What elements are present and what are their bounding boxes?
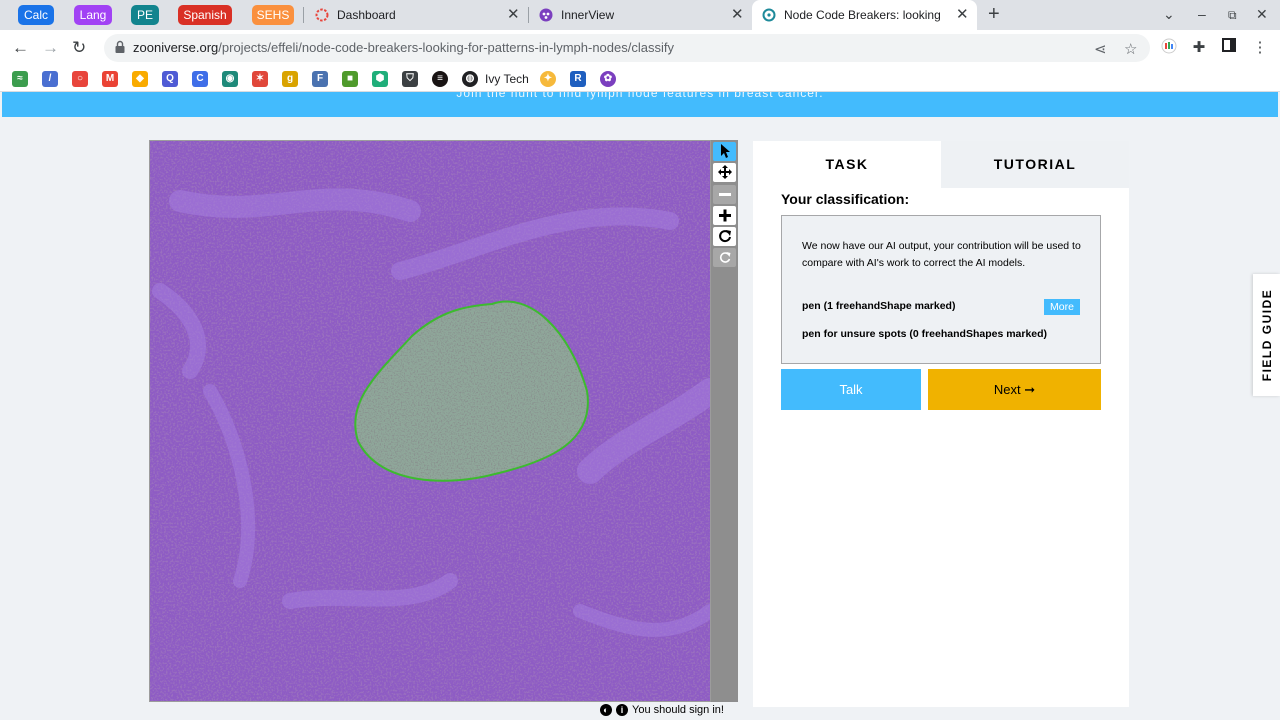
viewer-toolbar — [711, 140, 738, 702]
star-icon[interactable]: ✶ — [252, 71, 268, 87]
field-guide-tab[interactable]: FIELD GUIDE — [1253, 274, 1280, 396]
pan-tool[interactable] — [713, 163, 736, 182]
zoom-in-tool[interactable] — [713, 206, 736, 225]
rotate-icon — [718, 230, 731, 243]
g-icon[interactable]: g — [282, 71, 298, 87]
tab-title: InnerView — [561, 8, 615, 22]
tool-pen-unsure[interactable]: pen for unsure spots (0 freehandShapes m… — [802, 328, 1047, 340]
subject-image[interactable] — [149, 140, 711, 702]
f-icon[interactable]: F — [312, 71, 328, 87]
r-icon[interactable]: R — [570, 71, 586, 87]
stats-icon[interactable]: / — [42, 71, 58, 87]
banner-text: Join the hunt to find lymph node feature… — [456, 92, 824, 100]
gmail-icon[interactable]: M — [102, 71, 118, 87]
tool-pen[interactable]: pen (1 freehandShape marked) — [802, 300, 955, 312]
url-text: zooniverse.org/projects/effeli/node-code… — [133, 40, 674, 55]
move-icon — [717, 165, 732, 179]
close-icon[interactable]: ✕ — [956, 6, 969, 24]
bookmarks-bar: ≈ / ○ M ◆ Q C ◉ ✶ g F ■ ⬢ ⛉ ≡ ◍ Ivy Tech… — [0, 66, 1280, 92]
task-description: We now have our AI output, your contribu… — [802, 240, 1081, 269]
hex-icon[interactable]: ⬢ — [372, 71, 388, 87]
lock-icon — [115, 40, 125, 53]
side-panel-icon[interactable] — [1219, 38, 1239, 58]
next-button[interactable]: Next ➞ — [928, 369, 1101, 410]
zooniverse-favicon — [762, 8, 776, 22]
address-bar[interactable]: zooniverse.org/projects/effeli/node-code… — [104, 34, 1150, 62]
q-icon[interactable]: Q — [162, 71, 178, 87]
tab-task[interactable]: TASK — [753, 141, 941, 188]
sign-in-notice: You should sign in! — [632, 704, 724, 716]
tab-node-code-breakers[interactable]: Node Code Breakers: looking for ✕ — [752, 0, 977, 30]
back-arrow-icon[interactable]: ← — [12, 38, 29, 58]
rotate-tool[interactable] — [713, 227, 736, 246]
innerview-icon[interactable]: ✿ — [600, 71, 616, 87]
pointer-icon — [720, 144, 730, 158]
classification-heading: Your classification: — [781, 191, 910, 207]
tab-separator — [303, 7, 304, 23]
tab-group-pe[interactable]: PE — [131, 5, 159, 25]
tissue-image-svg — [150, 141, 710, 701]
tab-strip: Calc Lang PE Spanish SEHS Dashboard ✕ In… — [0, 0, 1280, 30]
url-path: /projects/effeli/node-code-breakers-look… — [218, 40, 674, 55]
kebab-menu-icon[interactable]: ⋮ — [1250, 38, 1270, 58]
tab-tutorial[interactable]: TUTORIAL — [941, 141, 1129, 188]
footer: ◐ i You should sign in! — [600, 704, 724, 720]
shield-icon[interactable]: ⛉ — [402, 71, 418, 87]
tab-title: Node Code Breakers: looking for — [784, 8, 942, 22]
innerview-favicon — [539, 8, 553, 22]
ivy-tech-icon[interactable]: ◍ — [462, 71, 478, 87]
dashboard-favicon — [315, 8, 329, 22]
extension-icon[interactable] — [1159, 38, 1179, 58]
zoom-out-tool[interactable] — [713, 185, 736, 204]
reset-tool[interactable] — [713, 248, 736, 267]
field-guide-label: FIELD GUIDE — [1259, 288, 1274, 382]
talk-button[interactable]: Talk — [781, 369, 921, 410]
project-banner: Join the hunt to find lymph node feature… — [2, 92, 1278, 117]
tab-group-spanish[interactable]: Spanish — [178, 5, 232, 25]
info-icon[interactable]: i — [616, 704, 628, 717]
globe-icon[interactable]: ◉ — [222, 71, 238, 87]
ring-icon[interactable]: ○ — [72, 71, 88, 87]
new-tab-button[interactable]: + — [988, 3, 1000, 26]
lightbulb-icon[interactable]: ✦ — [540, 71, 556, 87]
task-box: We now have our AI output, your contribu… — [781, 215, 1101, 364]
plus-icon — [718, 209, 731, 222]
bookmark-ivy-tech[interactable]: Ivy Tech — [485, 72, 529, 86]
wave-icon[interactable]: ≈ — [12, 71, 28, 87]
tab-group-sehs[interactable]: SEHS — [252, 5, 294, 25]
minus-icon — [718, 193, 731, 196]
forward-arrow-icon[interactable]: → — [42, 38, 59, 58]
tab-group-lang[interactable]: Lang — [74, 5, 112, 25]
close-icon[interactable]: ✕ — [731, 6, 744, 24]
more-button[interactable]: More — [1044, 299, 1080, 315]
restore-icon[interactable]: ⧉ — [1228, 8, 1237, 23]
tab-innerview[interactable]: InnerView ✕ — [529, 0, 751, 30]
contrast-icon[interactable]: ◐ — [600, 704, 612, 717]
url-host: zooniverse.org — [133, 40, 219, 55]
c-icon[interactable]: C — [192, 71, 208, 87]
share-icon[interactable]: ⋖ — [1094, 40, 1107, 58]
reload-icon[interactable]: ↻ — [72, 38, 86, 58]
reset-icon — [719, 252, 730, 263]
tab-group-calc[interactable]: Calc — [18, 5, 54, 25]
spotify-icon[interactable]: ≡ — [432, 71, 448, 87]
tab-search-chevron-icon[interactable]: ⌄ — [1163, 6, 1175, 23]
close-window-icon[interactable]: ✕ — [1256, 6, 1268, 23]
close-icon[interactable]: ✕ — [507, 6, 520, 24]
green-icon[interactable]: ■ — [342, 71, 358, 87]
tab-title: Dashboard — [337, 8, 396, 22]
bookmark-star-icon[interactable]: ☆ — [1124, 40, 1137, 58]
pointer-tool[interactable] — [713, 142, 736, 161]
tab-dashboard[interactable]: Dashboard ✕ — [305, 0, 527, 30]
drop-icon[interactable]: ◆ — [132, 71, 148, 87]
minimize-icon[interactable]: – — [1198, 6, 1206, 22]
task-panel: TASK TUTORIAL Your classification: We no… — [753, 141, 1129, 707]
puzzle-icon[interactable]: ✚ — [1189, 38, 1209, 58]
